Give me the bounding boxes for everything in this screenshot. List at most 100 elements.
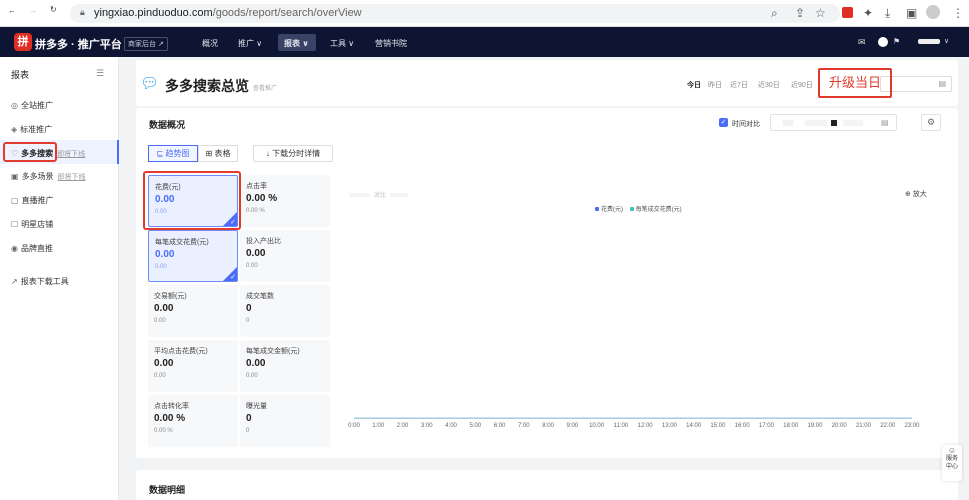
zoom-button[interactable]: ⊕ 放大 <box>905 189 927 199</box>
metric-card-avg-order-value[interactable]: 每笔成交金额(元) 0.00 0.00 <box>240 340 330 392</box>
compare-label: 时间对比 <box>732 121 760 128</box>
standard-icon: ◈ <box>11 125 18 134</box>
metric-label: 平均点击花费(元) <box>154 348 208 355</box>
metric-compare-value: 0 <box>246 428 250 434</box>
sidebar-item-label: 全站推广 <box>20 101 53 110</box>
profile-icon[interactable] <box>926 5 940 19</box>
pdd-logo-icon: 拼 <box>14 33 32 51</box>
star-icon[interactable]: ☆ <box>815 6 826 20</box>
url-path: /goods/report/search/overView <box>212 7 362 19</box>
metric-value: 0 <box>246 303 252 314</box>
extension-icon[interactable] <box>842 7 853 18</box>
mail-icon[interactable]: ✉ <box>858 37 866 48</box>
puzzle-icon[interactable]: ✦ <box>863 6 873 20</box>
metric-card-cpc[interactable]: 平均点击花费(元) 0.00 0.00 <box>148 340 238 392</box>
sidepanel-icon[interactable]: ▣ <box>906 6 917 20</box>
sidebar-item-brand[interactable]: ◉ 品牌直推 <box>11 243 53 254</box>
flag-icon[interactable]: ⚑ <box>893 37 900 46</box>
metric-compare-value: 0.00 % <box>154 428 173 434</box>
share-icon[interactable]: ⇪ <box>795 6 805 20</box>
metric-card-cvr[interactable]: 点击转化率 0.00 % 0.00 % <box>148 395 238 447</box>
view-table-button[interactable]: ⊞ 表格 <box>198 145 238 162</box>
metric-label: 成交笔数 <box>246 293 274 300</box>
nav-academy[interactable]: 营销书院 <box>375 38 407 49</box>
nav-promotion[interactable]: 推广 ∨ <box>238 38 262 49</box>
metric-compare-value: 0.00 <box>246 263 258 269</box>
date-tab-30d[interactable]: 近30日 <box>758 80 780 90</box>
metric-value: 0.00 % <box>246 193 278 204</box>
page-title: 多多搜索总览 <box>165 78 249 94</box>
detail-title: 数据明细 <box>149 485 186 495</box>
avatar[interactable] <box>876 35 890 49</box>
sidebar-item-label: 品牌直推 <box>20 244 53 253</box>
brand-icon: ◉ <box>11 244 18 253</box>
download-hourly-button[interactable]: ↓ 下载分时详情 <box>253 145 333 162</box>
metric-value: 0.00 <box>155 249 175 260</box>
collapse-icon[interactable]: ☰ <box>96 68 104 79</box>
detail-card <box>136 470 958 500</box>
compare-checkbox[interactable]: ✓ <box>719 118 728 127</box>
download-icon[interactable]: ⤓ <box>885 6 890 21</box>
service-center-button[interactable]: ☺ 服务 中心 <box>942 445 962 481</box>
metric-card-roi[interactable]: 投入产出比 0.00 0.00 <box>240 230 330 282</box>
metric-card-ctr[interactable]: 点击率 0.00 % 0.00 % <box>240 175 330 227</box>
compare-date-range[interactable] <box>770 114 897 131</box>
url-text[interactable]: yingxiao.pinduoduo.com/goods/report/sear… <box>94 7 362 19</box>
metric-card-cost-per-order[interactable]: 每笔成交花费(元) 0.00 0.00 ✓ <box>148 230 238 282</box>
x-tick-label: 0:00 <box>348 423 360 429</box>
scene-icon: ▣ <box>11 172 19 181</box>
settings-gear-icon[interactable]: ⚙ <box>921 114 941 131</box>
view-trend-button[interactable]: ⊑ 趋势图 <box>148 145 198 162</box>
lock-icon[interactable]: 🔒︎ <box>80 7 85 18</box>
metric-label: 曝光量 <box>246 403 267 410</box>
back-icon[interactable]: ← <box>8 6 16 15</box>
reload-icon[interactable]: ↻ <box>50 5 57 14</box>
sidebar-item-star-store[interactable]: ☐ 明星店铺 <box>11 219 53 230</box>
page-subtitle[interactable]: 查看推广 <box>253 83 277 92</box>
x-tick-label: 22:00 <box>880 423 896 429</box>
legend-swatch <box>629 207 634 211</box>
url-domain: yingxiao.pinduoduo.com <box>94 7 213 19</box>
metric-label: 投入产出比 <box>246 238 281 245</box>
redacted-block <box>831 120 837 126</box>
metric-card-gmv[interactable]: 交易额(元) 0.00 0.00 <box>148 285 238 337</box>
brand-name: 拼多多 · 推广平台 <box>35 39 122 51</box>
forward-icon[interactable]: → <box>29 6 37 15</box>
sidebar-item-site-wide[interactable]: ◎ 全站推广 <box>11 100 53 111</box>
metric-compare-value: 0.00 % <box>246 208 265 214</box>
x-tick-label: 10:00 <box>589 423 605 429</box>
legend-item[interactable]: 花费(元) <box>601 207 623 213</box>
search-icon[interactable]: ⌕ <box>771 6 778 21</box>
date-tab-7d[interactable]: 近7日 <box>730 80 748 90</box>
x-tick-label: 7:00 <box>517 423 530 429</box>
legend-item[interactable]: 每笔成交花费(元) <box>636 207 682 213</box>
metric-value: 0.00 <box>246 248 266 259</box>
menu-icon[interactable]: ⋮ <box>952 6 964 20</box>
offline-tag[interactable]: 即将下线 <box>58 174 86 181</box>
nav-overview[interactable]: 概况 <box>202 38 218 49</box>
sidebar-item-download-tool[interactable]: ↗ 报表下载工具 <box>11 276 69 287</box>
x-tick-label: 5:00 <box>469 423 482 429</box>
date-tab-yesterday[interactable]: 昨日 <box>708 80 722 90</box>
store-icon: ☐ <box>11 220 19 229</box>
sidebar-item-scene[interactable]: ▣ 多多场景 即将下线 <box>11 171 86 182</box>
metric-card-impressions[interactable]: 曝光量 0 0 <box>240 395 330 447</box>
chevron-down-icon[interactable]: ∨ <box>944 37 949 45</box>
metric-card-orders[interactable]: 成交笔数 0 0 <box>240 285 330 337</box>
sidebar-item-live[interactable]: ▢ 直播推广 <box>11 195 54 206</box>
nav-report[interactable]: 报表 ∨ <box>284 38 309 49</box>
offline-tag[interactable]: 即将下线 <box>57 151 85 158</box>
service-label: 中心 <box>945 464 958 470</box>
redacted-block <box>783 120 793 126</box>
date-tab-today[interactable]: 今日 <box>687 80 701 90</box>
x-tick-label: 11:00 <box>613 423 629 429</box>
user-name-redacted[interactable] <box>918 39 940 44</box>
metric-value: 0.00 <box>154 303 174 314</box>
calendar-icon[interactable]: ▤ <box>881 118 889 127</box>
x-tick-label: 16:00 <box>734 423 750 429</box>
nav-tools[interactable]: 工具 ∨ <box>330 38 354 49</box>
sidebar-item-standard[interactable]: ◈ 标准推广 <box>11 124 52 135</box>
headset-icon: ☺ <box>947 446 957 455</box>
date-tab-90d[interactable]: 近90日 <box>791 80 813 90</box>
merchant-backend-link[interactable]: 商家后台 ↗ <box>124 37 168 51</box>
